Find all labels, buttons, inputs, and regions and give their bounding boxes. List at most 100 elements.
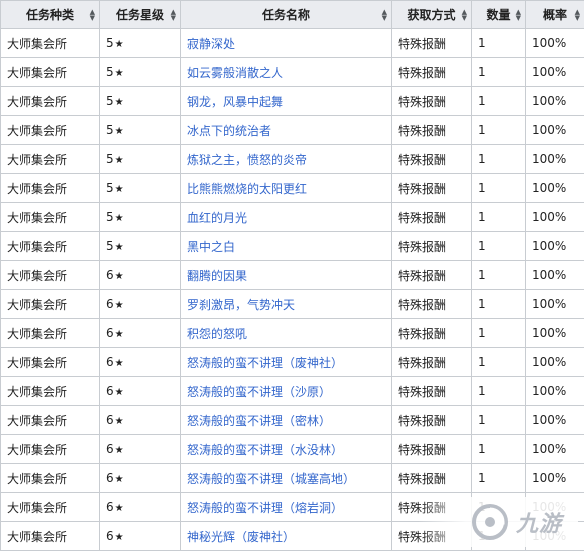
header-method[interactable]: 获取方式 ▲ ▼	[391, 0, 472, 29]
cell-rate: 100%	[525, 231, 584, 261]
quest-link[interactable]: 神秘光辉（废神社）	[187, 530, 295, 544]
cell-quantity: 1	[471, 202, 526, 232]
quest-reward-table: 任务种类 ▲ ▼ 任务星级 ▲ ▼ 任务名称 ▲ ▼ 获取方式 ▲ ▼ 数量 ▲ ▼ 概率 ▲ ▼ 大师…	[0, 0, 584, 551]
table-row: 大师集会所 5★ 黑中之白 特殊报酬 1 100%	[0, 231, 584, 261]
cell-quantity: 1	[471, 144, 526, 174]
header-quest-type[interactable]: 任务种类 ▲ ▼	[0, 0, 100, 29]
quest-link[interactable]: 怒涛般的蛮不讲理（废神社）	[187, 356, 343, 370]
star-icon: ★	[114, 242, 124, 253]
star-value: 5	[106, 181, 114, 195]
cell-quantity: 1	[471, 173, 526, 203]
star-icon: ★	[114, 503, 124, 514]
cell-quest-star: 6★	[99, 347, 181, 377]
star-icon: ★	[114, 126, 124, 137]
star-value: 5	[106, 239, 114, 253]
sort-arrows-icon[interactable]: ▲ ▼	[462, 8, 467, 21]
cell-method: 特殊报酬	[391, 86, 472, 116]
cell-rate: 100%	[525, 115, 584, 145]
cell-quest-name: 怒涛般的蛮不讲理（废神社）	[180, 347, 392, 377]
cell-quest-star: 6★	[99, 376, 181, 406]
cell-quest-type: 大师集会所	[0, 492, 100, 522]
quest-link[interactable]: 怒涛般的蛮不讲理（熔岩洞）	[187, 501, 343, 515]
sort-arrows-icon[interactable]: ▲ ▼	[171, 8, 176, 21]
cell-quest-type: 大师集会所	[0, 28, 100, 58]
header-rate[interactable]: 概率 ▲ ▼	[525, 0, 584, 29]
star-icon: ★	[114, 329, 124, 340]
cell-quest-type: 大师集会所	[0, 231, 100, 261]
quest-link[interactable]: 血红的月光	[187, 211, 247, 225]
cell-method: 特殊报酬	[391, 260, 472, 290]
star-value: 5	[106, 123, 114, 137]
cell-quantity: 1	[471, 289, 526, 319]
sort-arrows-icon[interactable]: ▲ ▼	[382, 8, 387, 21]
star-value: 6	[106, 500, 114, 514]
star-value: 5	[106, 94, 114, 108]
quest-link[interactable]: 积怨的怒吼	[187, 327, 247, 341]
cell-quest-star: 5★	[99, 144, 181, 174]
quest-link[interactable]: 寂静深处	[187, 37, 235, 51]
cell-method: 特殊报酬	[391, 347, 472, 377]
quest-link[interactable]: 罗刹激昂，气势冲天	[187, 298, 295, 312]
cell-rate: 100%	[525, 347, 584, 377]
cell-quest-name: 黑中之白	[180, 231, 392, 261]
cell-quest-name: 神秘光辉（废神社）	[180, 521, 392, 551]
star-value: 6	[106, 268, 114, 282]
cell-quantity: 1	[471, 57, 526, 87]
cell-quantity: 1	[471, 260, 526, 290]
sort-arrows-icon[interactable]: ▲ ▼	[516, 8, 521, 21]
cell-quest-name: 寂静深处	[180, 28, 392, 58]
cell-quest-type: 大师集会所	[0, 289, 100, 319]
cell-quest-name: 钢龙，风暴中起舞	[180, 86, 392, 116]
cell-quest-type: 大师集会所	[0, 376, 100, 406]
star-icon: ★	[114, 97, 124, 108]
header-quest-star[interactable]: 任务星级 ▲ ▼	[99, 0, 181, 29]
quest-link[interactable]: 炼狱之主，愤怒的炎帝	[187, 153, 307, 167]
quest-link[interactable]: 怒涛般的蛮不讲理（水没林）	[187, 443, 343, 457]
cell-quest-star: 6★	[99, 521, 181, 551]
star-icon: ★	[114, 416, 124, 427]
header-quantity[interactable]: 数量 ▲ ▼	[471, 0, 526, 29]
quest-link[interactable]: 比熊熊燃烧的太阳更红	[187, 182, 307, 196]
cell-rate: 100%	[525, 86, 584, 116]
star-icon: ★	[114, 445, 124, 456]
quest-link[interactable]: 怒涛般的蛮不讲理（密林）	[187, 414, 331, 428]
cell-quest-type: 大师集会所	[0, 57, 100, 87]
table-row: 大师集会所 6★ 怒涛般的蛮不讲理（密林） 特殊报酬 1 100%	[0, 405, 584, 435]
star-icon: ★	[114, 358, 124, 369]
quest-link[interactable]: 怒涛般的蛮不讲理（沙原）	[187, 385, 331, 399]
cell-quest-type: 大师集会所	[0, 115, 100, 145]
quest-link[interactable]: 冰点下的统治者	[187, 124, 271, 138]
cell-quantity: 1	[471, 115, 526, 145]
cell-quest-star: 6★	[99, 260, 181, 290]
cell-method: 特殊报酬	[391, 231, 472, 261]
cell-quest-type: 大师集会所	[0, 405, 100, 435]
quest-link[interactable]: 钢龙，风暴中起舞	[187, 95, 283, 109]
sort-arrows-icon[interactable]: ▲ ▼	[575, 8, 580, 21]
star-value: 6	[106, 297, 114, 311]
cell-quest-star: 5★	[99, 115, 181, 145]
cell-quest-name: 炼狱之主，愤怒的炎帝	[180, 144, 392, 174]
cell-quest-name: 血红的月光	[180, 202, 392, 232]
cell-quest-star: 6★	[99, 492, 181, 522]
star-icon: ★	[114, 271, 124, 282]
cell-quest-name: 怒涛般的蛮不讲理（沙原）	[180, 376, 392, 406]
sort-arrows-icon[interactable]: ▲ ▼	[90, 8, 95, 21]
cell-method: 特殊报酬	[391, 463, 472, 493]
table-body: 大师集会所 5★ 寂静深处 特殊报酬 1 100% 大师集会所 5★ 如云雾般消散之人 特殊报酬 1…	[0, 28, 584, 551]
header-quest-name[interactable]: 任务名称 ▲ ▼	[180, 0, 392, 29]
quest-link[interactable]: 翻腾的因果	[187, 269, 247, 283]
header-label: 概率	[542, 8, 567, 22]
table-row: 大师集会所 6★ 怒涛般的蛮不讲理（沙原） 特殊报酬 1 100%	[0, 376, 584, 406]
quest-link[interactable]: 怒涛般的蛮不讲理（城塞高地）	[187, 472, 355, 486]
table-row: 大师集会所 5★ 冰点下的统治者 特殊报酬 1 100%	[0, 115, 584, 145]
quest-link[interactable]: 黑中之白	[187, 240, 235, 254]
star-icon: ★	[114, 39, 124, 50]
cell-rate: 100%	[525, 28, 584, 58]
header-label: 获取方式	[407, 8, 456, 22]
star-value: 6	[106, 413, 114, 427]
cell-method: 特殊报酬	[391, 434, 472, 464]
cell-quest-name: 比熊熊燃烧的太阳更红	[180, 173, 392, 203]
cell-rate: 100%	[525, 202, 584, 232]
quest-link[interactable]: 如云雾般消散之人	[187, 66, 283, 80]
table-row: 大师集会所 5★ 炼狱之主，愤怒的炎帝 特殊报酬 1 100%	[0, 144, 584, 174]
